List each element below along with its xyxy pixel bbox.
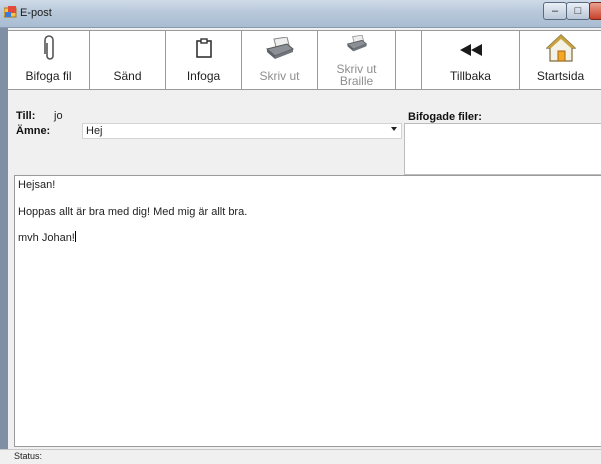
rewind-icon [459, 44, 482, 56]
title-bar[interactable]: E-post – □ x [0, 0, 601, 28]
to-label: Till: [16, 110, 36, 122]
attachments-label: Bifogade filer: [408, 111, 482, 123]
braille-printer-icon [346, 35, 367, 52]
send-label: Sänd [113, 69, 142, 83]
app-icon [4, 6, 17, 18]
toolbar: Bifoga fil Sänd Infoga Skriv ut Skriv ut… [8, 30, 601, 90]
status-label: Status: [14, 451, 43, 461]
attach-file-button[interactable]: Bifoga fil [8, 31, 90, 89]
subject-value: Hej [86, 125, 103, 137]
home-button[interactable]: Startsida [520, 31, 601, 89]
printer-icon [265, 37, 294, 59]
clipboard-icon [195, 38, 212, 58]
close-button[interactable]: x [589, 2, 601, 20]
status-bar: Status: [0, 449, 601, 464]
subject-label: Ämne: [16, 125, 51, 137]
window-title: E-post [20, 7, 52, 19]
maximize-icon: □ [574, 5, 582, 17]
subject-combobox[interactable]: Hej [82, 123, 402, 139]
attach-file-label: Bifoga fil [25, 69, 72, 83]
print-braille-button[interactable]: Skriv ut Braille [318, 31, 396, 89]
print-label: Skriv ut [259, 69, 300, 83]
text-caret [74, 231, 76, 242]
window-frame-left [0, 28, 8, 450]
message-body[interactable]: Hejsan! Hoppas allt är bra med dig! Med … [14, 175, 601, 447]
paperclip-icon [43, 35, 54, 60]
to-value[interactable]: jo [54, 110, 63, 122]
body-line: Hoppas allt är bra med dig! Med mig är a… [18, 206, 248, 218]
insert-label: Infoga [186, 69, 221, 83]
body-line: Hejsan! [18, 179, 56, 191]
back-button[interactable]: Tillbaka [422, 31, 520, 89]
back-label: Tillbaka [450, 69, 491, 83]
dropdown-arrow-icon[interactable] [391, 127, 397, 131]
home-icon [545, 34, 576, 62]
toolbar-spacer [396, 31, 422, 89]
body-line: mvh Johan! [18, 231, 76, 244]
send-button[interactable]: Sänd [90, 31, 166, 89]
insert-button[interactable]: Infoga [166, 31, 242, 89]
home-label: Startsida [536, 69, 585, 83]
minimize-icon: – [551, 5, 559, 17]
print-braille-label: Skriv ut Braille [336, 62, 377, 88]
attachments-list[interactable] [404, 123, 601, 175]
minimize-button[interactable]: – [543, 2, 567, 20]
maximize-button[interactable]: □ [566, 2, 590, 20]
print-button[interactable]: Skriv ut [242, 31, 318, 89]
